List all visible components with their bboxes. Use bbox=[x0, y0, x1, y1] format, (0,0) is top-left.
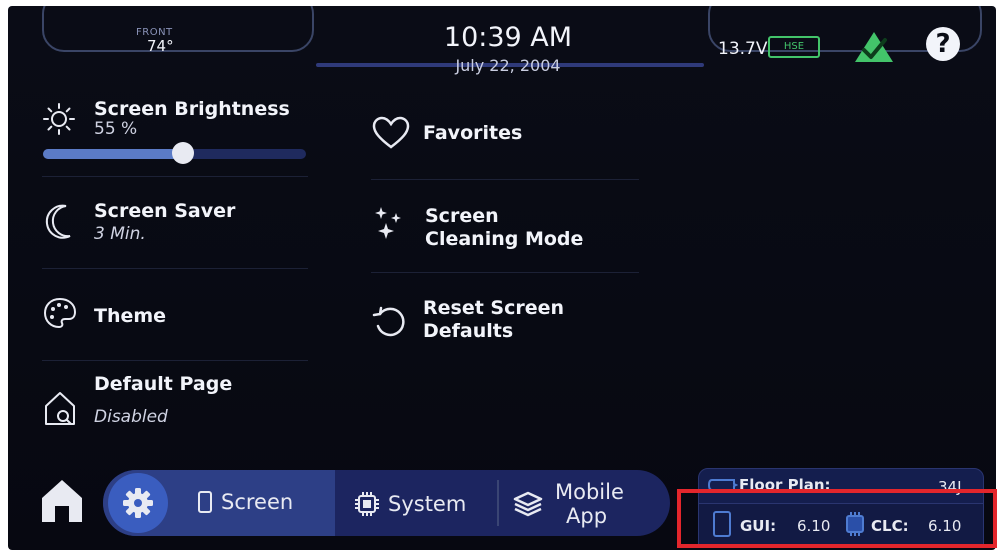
layers-icon bbox=[513, 491, 543, 517]
screen-saver-value: 3 Min. bbox=[94, 224, 146, 244]
divider bbox=[42, 360, 308, 361]
help-icon[interactable]: ? bbox=[926, 27, 960, 61]
clock-time: 10:39 AM bbox=[443, 22, 573, 53]
tab-mobile-app-label-line1[interactable]: Mobile bbox=[555, 480, 624, 504]
cleaning-mode-title-line1[interactable]: Screen bbox=[425, 205, 499, 227]
brightness-slider-handle[interactable] bbox=[172, 142, 194, 164]
divider bbox=[371, 179, 639, 180]
divider bbox=[42, 176, 308, 177]
tab-mobile-app-label-line2[interactable]: App bbox=[566, 504, 607, 528]
brightness-slider-fill bbox=[43, 149, 188, 159]
tablet-icon bbox=[198, 491, 212, 513]
battery-hse-badge: HSE bbox=[768, 36, 820, 58]
screen-saver-title[interactable]: Screen Saver bbox=[94, 200, 235, 222]
home-search-icon bbox=[45, 392, 75, 425]
reset-defaults-title-line1[interactable]: Reset Screen bbox=[423, 297, 564, 319]
palette-icon bbox=[43, 297, 77, 329]
sparkles-icon bbox=[375, 207, 401, 239]
status-pill-left bbox=[42, 6, 314, 52]
divider bbox=[42, 268, 308, 269]
front-temperature[interactable]: 74° bbox=[147, 37, 174, 55]
nav-divider bbox=[497, 480, 499, 526]
tab-system-label[interactable]: System bbox=[388, 492, 466, 516]
reset-icon bbox=[372, 306, 405, 337]
cleaning-mode-title-line2[interactable]: Cleaning Mode bbox=[425, 228, 583, 250]
heart-icon bbox=[372, 116, 410, 149]
favorites-title[interactable]: Favorites bbox=[423, 122, 522, 144]
brightness-icon bbox=[43, 103, 75, 135]
chip-icon bbox=[355, 492, 379, 516]
home-icon[interactable] bbox=[38, 474, 86, 524]
tab-screen-label[interactable]: Screen bbox=[221, 490, 293, 514]
default-page-value: Disabled bbox=[94, 407, 168, 427]
clock-date: July 22, 2004 bbox=[455, 56, 561, 75]
brightness-title: Screen Brightness bbox=[94, 98, 290, 120]
divider bbox=[371, 272, 639, 273]
gear-icon bbox=[123, 488, 153, 518]
theme-title[interactable]: Theme bbox=[94, 305, 166, 327]
reset-defaults-title-line2[interactable]: Defaults bbox=[423, 320, 513, 342]
status-check-icon[interactable] bbox=[853, 30, 895, 64]
moon-icon bbox=[45, 204, 71, 239]
brightness-value: 55 % bbox=[94, 119, 138, 139]
battery-voltage: 13.7V bbox=[718, 39, 768, 59]
default-page-title[interactable]: Default Page bbox=[94, 373, 232, 395]
highlight-box bbox=[677, 489, 997, 548]
touch-screen: FRONT 74° 10:39 AM July 22, 2004 13.7V H… bbox=[8, 6, 996, 550]
